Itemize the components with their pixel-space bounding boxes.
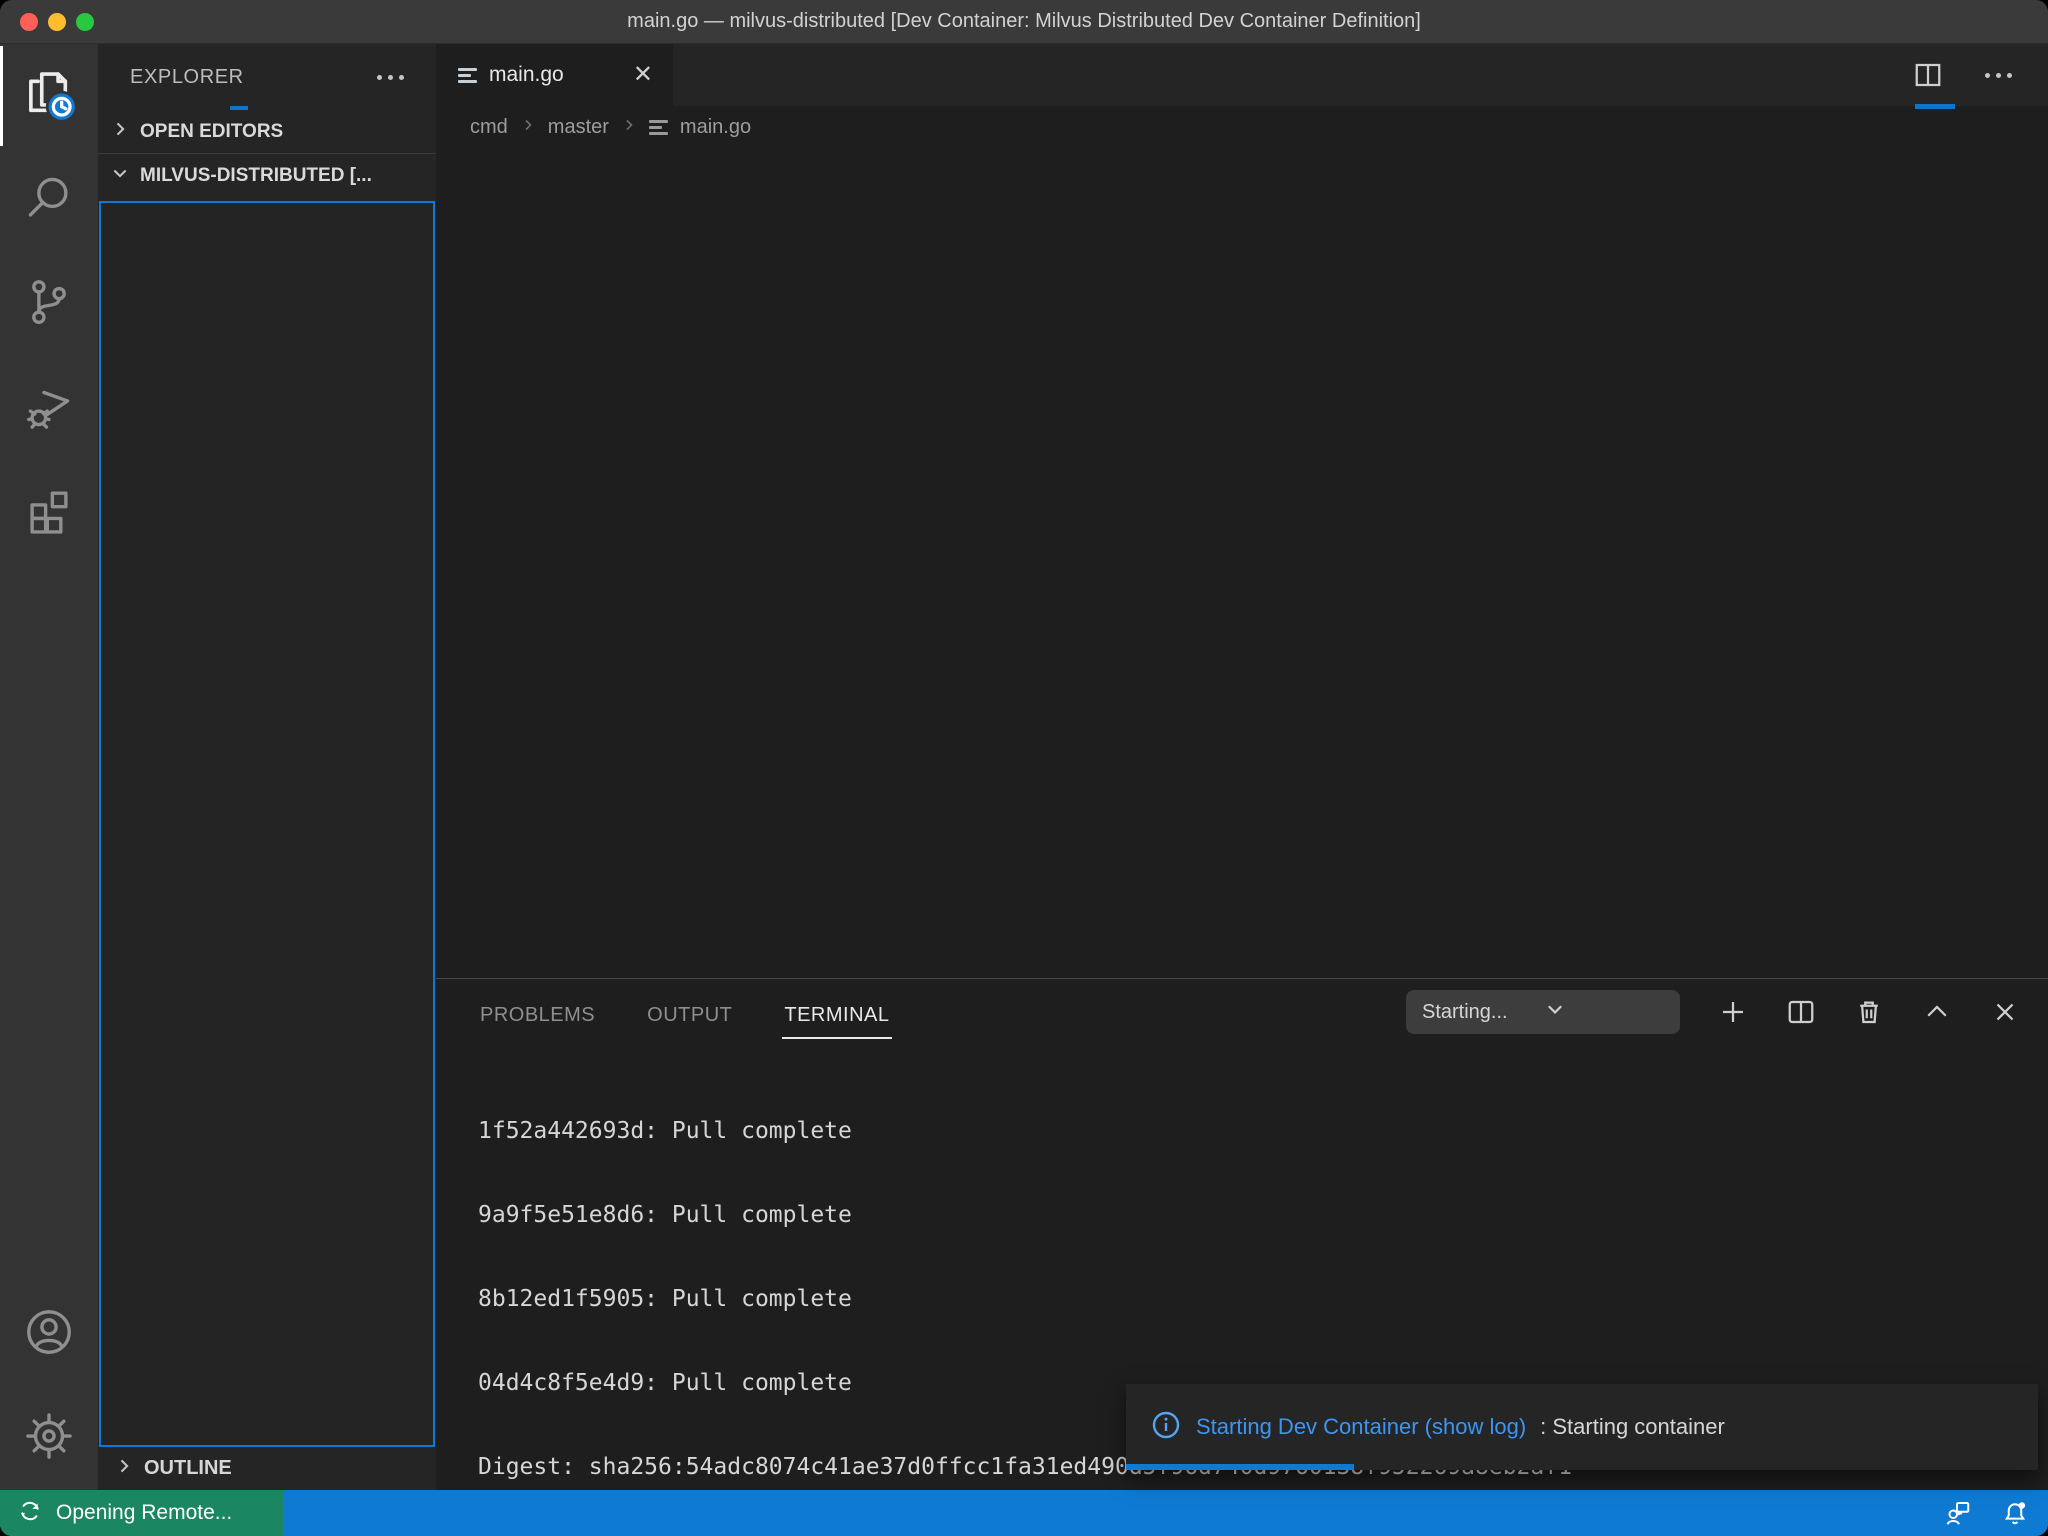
new-terminal-button[interactable]	[1718, 997, 1748, 1027]
chevron-right-icon	[520, 116, 536, 139]
section-label: OUTLINE	[144, 1457, 232, 1480]
panel-tab-terminal[interactable]: TERMINAL	[782, 986, 891, 1039]
sync-icon	[16, 1497, 44, 1530]
sidebar-progress-bar	[230, 106, 248, 110]
kill-terminal-trash-button[interactable]	[1854, 997, 1884, 1027]
run-and-debug-icon	[22, 379, 76, 438]
vscode-window: main.go — milvus-distributed [Dev Contai…	[0, 0, 2048, 1536]
split-editor-button[interactable]	[1913, 60, 1943, 90]
section-folder[interactable]: MILVUS-DISTRIBUTED [...	[98, 154, 436, 198]
title-bar: main.go — milvus-distributed [Dev Contai…	[0, 0, 2048, 44]
sidebar-title: EXPLORER	[130, 66, 371, 89]
close-panel-button[interactable]	[1990, 997, 2020, 1027]
breadcrumb-item[interactable]: master	[548, 116, 609, 139]
tab-main-go[interactable]: main.go ✕	[436, 44, 673, 106]
terminal-line: 1f52a442693d: Pull complete	[478, 1117, 2048, 1145]
go-file-icon	[458, 68, 477, 83]
panel-tab-output[interactable]: OUTPUT	[645, 986, 734, 1039]
status-bar: Opening Remote...	[0, 1490, 2048, 1536]
account-icon	[22, 1305, 76, 1364]
activity-item-account[interactable]	[0, 1282, 98, 1386]
remote-indicator[interactable]: Opening Remote...	[0, 1490, 283, 1536]
chevron-down-icon	[1544, 998, 1666, 1026]
activity-item-search[interactable]	[0, 148, 98, 252]
terminal-picker-value: Starting...	[1422, 1001, 1544, 1024]
terminal-picker-dropdown[interactable]: Starting...	[1406, 990, 1680, 1034]
maximize-panel-button[interactable]	[1922, 997, 1952, 1027]
zoom-window-button[interactable]	[76, 13, 94, 31]
breadcrumb-item[interactable]: main.go	[680, 116, 751, 139]
activity-item-extensions[interactable]	[0, 460, 98, 564]
traffic-lights	[20, 13, 94, 31]
tab-label: main.go	[489, 63, 617, 87]
notification-show-log-link[interactable]: Starting Dev Container (show log)	[1196, 1414, 1526, 1440]
gear-icon	[22, 1409, 76, 1468]
tab-bar: main.go ✕	[436, 44, 2048, 106]
files-with-clock-badge-icon	[20, 65, 78, 128]
editor-more-actions-button[interactable]	[1979, 67, 2018, 84]
explorer-sidebar: EXPLORER OPEN EDITORS MILVUS-DISTRIBUTED…	[98, 44, 436, 1490]
extensions-icon	[22, 483, 76, 542]
search-icon	[22, 171, 76, 230]
editor-group: main.go ✕ cmd master main.go	[436, 44, 2048, 1490]
chevron-right-icon	[110, 119, 130, 145]
section-label: MILVUS-DISTRIBUTED [...	[140, 165, 372, 187]
go-file-icon	[649, 120, 668, 135]
info-icon	[1150, 1409, 1182, 1446]
bell-dot-icon[interactable]	[2000, 1498, 2030, 1528]
split-terminal-button[interactable]	[1786, 997, 1816, 1027]
activity-item-settings[interactable]	[0, 1386, 98, 1490]
breadcrumb: cmd master main.go	[436, 106, 2048, 148]
chevron-right-icon	[114, 1456, 134, 1482]
notification-progress-bar	[1126, 1464, 1354, 1470]
window-title: main.go — milvus-distributed [Dev Contai…	[627, 10, 1421, 33]
activity-item-source-control[interactable]	[0, 252, 98, 356]
activity-bar	[0, 44, 98, 1490]
section-open-editors[interactable]: OPEN EDITORS	[98, 110, 436, 154]
panel-tab-problems[interactable]: PROBLEMS	[478, 986, 597, 1039]
explorer-more-actions-button[interactable]	[371, 69, 410, 86]
activity-item-explorer[interactable]	[0, 44, 98, 148]
activity-item-run-debug[interactable]	[0, 356, 98, 460]
chevron-right-icon	[621, 116, 637, 139]
section-outline[interactable]: OUTLINE	[98, 1447, 436, 1490]
notification-toast: Starting Dev Container (show log) : Star…	[1126, 1384, 2038, 1470]
chevron-down-icon	[110, 163, 130, 189]
terminal-line: 9a9f5e51e8d6: Pull complete	[478, 1201, 2048, 1229]
file-tree-area[interactable]	[99, 201, 435, 1447]
section-label: OPEN EDITORS	[140, 121, 283, 143]
breadcrumb-item[interactable]: cmd	[470, 116, 508, 139]
remote-status-label: Opening Remote...	[56, 1501, 232, 1525]
feedback-icon[interactable]	[1942, 1498, 1972, 1528]
tab-close-icon[interactable]: ✕	[629, 61, 657, 89]
notification-message: : Starting container	[1540, 1414, 1725, 1440]
minimize-window-button[interactable]	[48, 13, 66, 31]
source-control-branch-icon	[22, 275, 76, 334]
terminal-line: 8b12ed1f5905: Pull complete	[478, 1285, 2048, 1313]
close-window-button[interactable]	[20, 13, 38, 31]
